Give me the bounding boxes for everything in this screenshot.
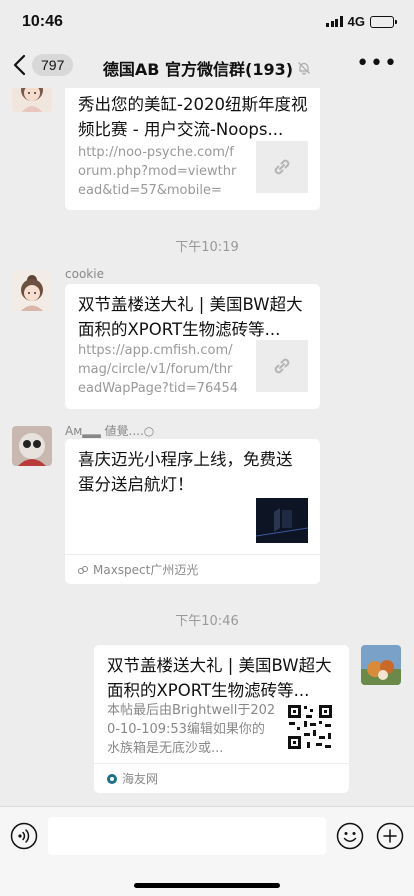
- timestamp: 下午10:19: [175, 240, 239, 255]
- source-name: Maxspect广州迈光: [93, 563, 199, 577]
- status-time: 10:46: [22, 13, 63, 30]
- status-indicators: 4G: [326, 14, 397, 29]
- qr-code: [286, 703, 334, 751]
- message-link-card[interactable]: 双节盖楼送大礼 | 美国BW超大面积的XPORT生物滤砖等... 本帖最后由Br…: [94, 645, 349, 793]
- link-thumbnail: [256, 141, 308, 193]
- avatar[interactable]: [12, 88, 52, 112]
- card-title: 双节盖楼送大礼 | 美国BW超大面积的XPORT生物滤砖等...: [107, 656, 332, 700]
- card-source: 海友网: [94, 763, 349, 793]
- card-title: 秀出您的美缸-2020纽斯年度视频比赛 - 用户交流-Noops...: [78, 95, 308, 139]
- link-icon: [274, 358, 290, 374]
- emoji-button[interactable]: [336, 822, 364, 850]
- emoji-icon: [336, 822, 364, 850]
- sender-name: Aм▂▂ 値覺....○: [65, 424, 155, 438]
- card-title: 喜庆迈光小程序上线，免费送蛋分送启航灯！: [78, 450, 293, 494]
- chat-title: 德国AB 官方微信群(193): [0, 56, 414, 80]
- qr-code-image: [286, 703, 334, 751]
- battery-icon: [370, 15, 397, 28]
- add-button[interactable]: [376, 822, 404, 850]
- card-source: Maxspect广州迈光: [65, 554, 320, 584]
- avatar-image: [12, 88, 52, 112]
- nav-bar: 797 德国AB 官方微信群(193) •••: [0, 48, 414, 88]
- message-link-card[interactable]: 秀出您的美缸-2020纽斯年度视频比赛 - 用户交流-Noops... http…: [65, 88, 320, 210]
- avatar-image: [12, 426, 52, 466]
- message-miniprogram-card[interactable]: 喜庆迈光小程序上线，免费送蛋分送启航灯！ Maxspect广州迈光: [65, 439, 320, 584]
- product-image: [255, 498, 309, 543]
- home-indicator: [134, 883, 280, 888]
- avatar[interactable]: [12, 426, 52, 466]
- card-description: https://app.cmfish.com/mag/circle/v1/for…: [78, 343, 239, 396]
- chat-area[interactable]: 秀出您的美缸-2020纽斯年度视频比赛 - 用户交流-Noops... http…: [0, 88, 414, 806]
- source-name: 海友网: [122, 772, 159, 786]
- avatar-self[interactable]: [361, 645, 401, 685]
- signal-icon: [326, 16, 343, 27]
- plus-icon: [376, 822, 404, 850]
- voice-button[interactable]: [10, 822, 38, 850]
- chat-title-text: 德国AB 官方微信群(193): [102, 60, 294, 79]
- status-bar: 10:46 4G: [0, 0, 414, 48]
- more-icon[interactable]: •••: [356, 53, 398, 75]
- mute-bell-icon: [298, 62, 311, 75]
- network-label: 4G: [347, 14, 365, 29]
- card-description: http://noo-psyche.com/forum.php?mod=view…: [78, 145, 237, 198]
- message-input[interactable]: [48, 817, 326, 855]
- card-description: 本帖最后由Brightwell于2020-10-109:53编辑如果你的水族箱是…: [107, 703, 276, 756]
- input-bar: [0, 806, 414, 896]
- avatar-cookie[interactable]: [12, 271, 52, 311]
- timestamp: 下午10:46: [175, 614, 239, 629]
- site-icon: [107, 773, 117, 784]
- miniprogram-icon: [78, 565, 88, 574]
- card-thumbnail: [255, 498, 309, 543]
- avatar-image: [12, 271, 52, 311]
- card-title: 双节盖楼送大礼 | 美国BW超大面积的XPORT生物滤砖等...: [78, 295, 303, 339]
- message-link-card[interactable]: 双节盖楼送大礼 | 美国BW超大面积的XPORT生物滤砖等... https:/…: [65, 284, 320, 409]
- link-icon: [274, 159, 290, 175]
- sender-name: cookie: [65, 267, 104, 281]
- avatar-image: [361, 645, 401, 685]
- link-thumbnail: [256, 340, 308, 392]
- voice-icon: [10, 822, 38, 850]
